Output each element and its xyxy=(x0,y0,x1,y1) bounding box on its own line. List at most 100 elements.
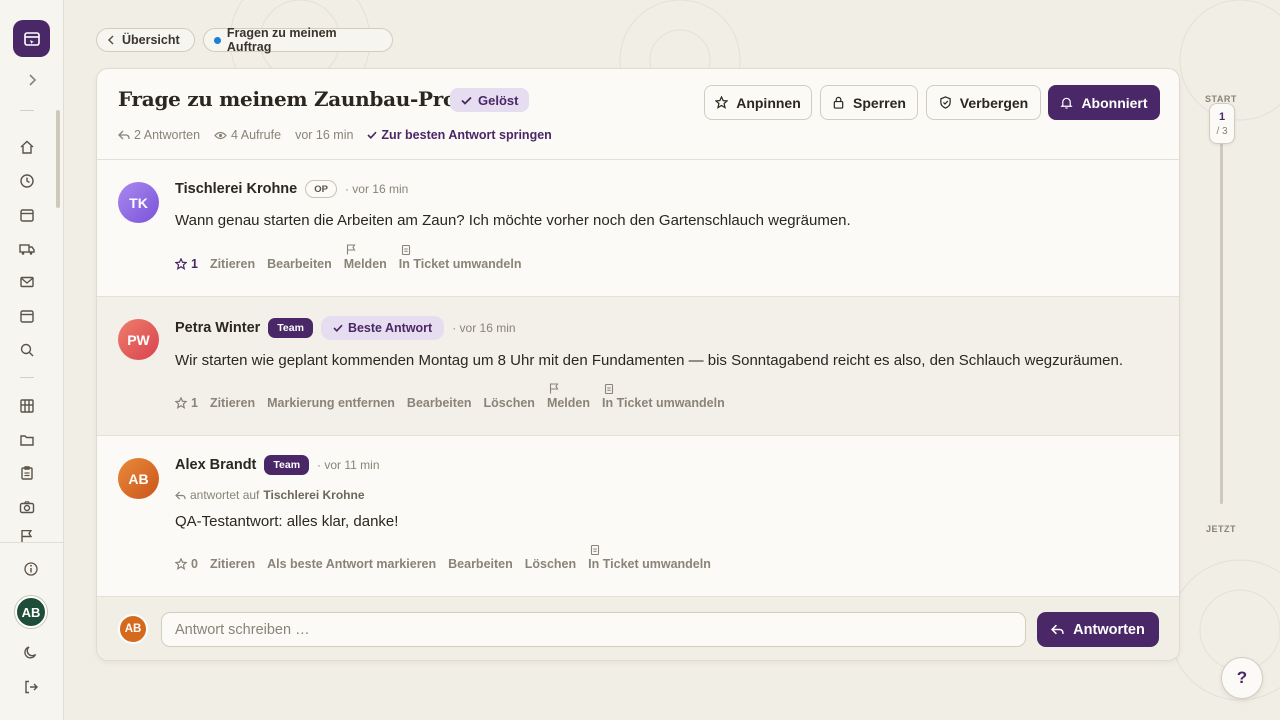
app-logo[interactable] xyxy=(13,20,50,57)
help-button[interactable]: ? xyxy=(1221,657,1263,699)
quote-button[interactable]: Zitieren xyxy=(210,396,255,410)
truck-icon[interactable] xyxy=(17,239,37,259)
category-dot-icon xyxy=(214,36,221,44)
edit-button[interactable]: Bearbeiten xyxy=(407,396,472,410)
info-icon[interactable] xyxy=(21,559,41,579)
convert-to-ticket-button[interactable]: In Ticket umwandeln xyxy=(602,383,725,410)
avatar[interactable]: AB xyxy=(118,458,159,499)
breadcrumb-current[interactable]: Fragen zu meinem Auftrag xyxy=(203,26,393,54)
post-author[interactable]: Tischlerei Krohne xyxy=(175,181,297,197)
flag-icon xyxy=(549,383,559,394)
timeline-total: / 3 xyxy=(1216,125,1228,137)
timeline-handle[interactable]: 1 / 3 xyxy=(1209,103,1235,144)
check-icon xyxy=(333,324,343,332)
view-count: 4 Aufrufe xyxy=(214,128,281,142)
user-avatar[interactable]: AB xyxy=(15,596,47,628)
like-button[interactable]: 1 xyxy=(175,396,198,410)
thread-age: vor 16 min xyxy=(295,128,354,142)
check-icon xyxy=(367,131,378,139)
like-button[interactable]: 1 xyxy=(175,257,198,271)
delete-button[interactable]: Löschen xyxy=(525,557,576,571)
report-button[interactable]: Melden xyxy=(344,244,387,271)
reply-icon xyxy=(118,130,130,140)
lock-button[interactable]: Sperren xyxy=(820,85,918,120)
eye-icon xyxy=(214,131,227,139)
unmark-best-button[interactable]: Markierung entfernen xyxy=(267,396,395,410)
mail-icon[interactable] xyxy=(17,272,37,292)
reply-to-author[interactable]: Tischlerei Krohne xyxy=(263,488,364,502)
post-actions: 1 Zitieren Bearbeiten Melden In Ticket u… xyxy=(175,244,522,271)
like-count: 0 xyxy=(191,557,198,571)
view-count-label: 4 Aufrufe xyxy=(231,128,282,142)
reply-submit-button[interactable]: Antworten xyxy=(1037,612,1159,647)
thread-header: Frage zu meinem Zaunbau-Projekt Gelöst 2… xyxy=(97,69,1179,160)
timeline-track[interactable] xyxy=(1220,108,1223,504)
delete-button[interactable]: Löschen xyxy=(484,396,535,410)
clipboard-icon[interactable] xyxy=(17,463,37,483)
avatar[interactable]: TK xyxy=(118,182,159,223)
composer-avatar: AB xyxy=(118,614,148,644)
moon-icon[interactable] xyxy=(21,642,41,662)
reply-prefix: antwortet auf xyxy=(190,488,260,502)
post-author-line: Tischlerei Krohne OP · vor 16 min xyxy=(175,180,408,198)
report-button[interactable]: Melden xyxy=(547,383,590,410)
star-icon xyxy=(175,397,187,409)
post-text: Wann genau starten die Arbeiten am Zaun?… xyxy=(175,212,851,229)
jump-to-best-answer-link[interactable]: Zur besten Antwort springen xyxy=(367,128,552,142)
post: TK Tischlerei Krohne OP · vor 16 min Wan… xyxy=(97,160,1179,297)
avatar[interactable]: PW xyxy=(118,319,159,360)
check-icon xyxy=(461,96,472,105)
home-icon[interactable] xyxy=(17,137,37,157)
flag-icon[interactable] xyxy=(17,530,37,542)
hide-button[interactable]: Verbergen xyxy=(926,85,1041,120)
mark-best-answer-button[interactable]: Als beste Antwort markieren xyxy=(267,557,436,571)
post-best-answer: PW Petra Winter Team Beste Antwort · vor… xyxy=(97,297,1179,436)
calendar-icon[interactable] xyxy=(17,205,37,225)
clipboard-icon xyxy=(604,383,614,394)
camera-icon[interactable] xyxy=(17,497,37,517)
timeline-current: 1 xyxy=(1218,110,1226,123)
team-badge: Team xyxy=(264,455,310,475)
shield-icon xyxy=(940,96,951,109)
logo-icon xyxy=(23,31,40,46)
quote-button[interactable]: Zitieren xyxy=(210,257,255,271)
folder-icon[interactable] xyxy=(17,430,37,450)
breadcrumb-back-label: Übersicht xyxy=(122,33,180,47)
convert-to-ticket-button[interactable]: In Ticket umwandeln xyxy=(588,544,711,571)
table-icon[interactable] xyxy=(17,396,37,416)
star-icon xyxy=(175,258,187,270)
thread-card: Frage zu meinem Zaunbau-Projekt Gelöst 2… xyxy=(96,68,1180,661)
sidebar-scrollbar[interactable] xyxy=(56,110,60,208)
reply-reference: antwortet auf Tischlerei Krohne xyxy=(175,488,365,502)
bell-icon xyxy=(1060,97,1074,109)
best-answer-label: Beste Antwort xyxy=(347,321,433,335)
reply-icon xyxy=(1051,624,1064,635)
subscribe-button[interactable]: Abonniert xyxy=(1048,85,1160,120)
flag-icon xyxy=(346,244,356,255)
status-badge-label: Gelöst xyxy=(478,92,519,108)
post-author[interactable]: Petra Winter xyxy=(175,320,260,336)
post-author[interactable]: Alex Brandt xyxy=(175,457,256,473)
sidebar: AB xyxy=(0,0,64,720)
breadcrumb-back[interactable]: Übersicht xyxy=(96,28,195,52)
edit-button[interactable]: Bearbeiten xyxy=(448,557,513,571)
quote-button[interactable]: Zitieren xyxy=(210,557,255,571)
convert-to-ticket-button[interactable]: In Ticket umwandeln xyxy=(399,244,522,271)
reply-input[interactable] xyxy=(161,612,1026,647)
jump-label: Zur besten Antwort springen xyxy=(381,128,552,142)
pin-button[interactable]: Anpinnen xyxy=(704,85,812,120)
convert-to-ticket-label: In Ticket umwandeln xyxy=(588,557,711,571)
edit-button[interactable]: Bearbeiten xyxy=(267,257,332,271)
like-button[interactable]: 0 xyxy=(175,557,198,571)
clock-icon[interactable] xyxy=(17,171,37,191)
calendar-icon[interactable] xyxy=(17,306,37,326)
search-icon[interactable] xyxy=(17,340,37,360)
star-icon xyxy=(175,558,187,570)
post-author-line: Alex Brandt Team · vor 11 min xyxy=(175,455,380,475)
post-actions: 0 Zitieren Als beste Antwort markieren B… xyxy=(175,544,711,571)
pin-button-label: Anpinnen xyxy=(736,94,801,111)
expand-sidebar-icon[interactable] xyxy=(22,70,42,90)
best-answer-badge: Beste Antwort xyxy=(320,316,445,340)
logout-icon[interactable] xyxy=(21,677,41,697)
lock-icon xyxy=(833,96,844,109)
